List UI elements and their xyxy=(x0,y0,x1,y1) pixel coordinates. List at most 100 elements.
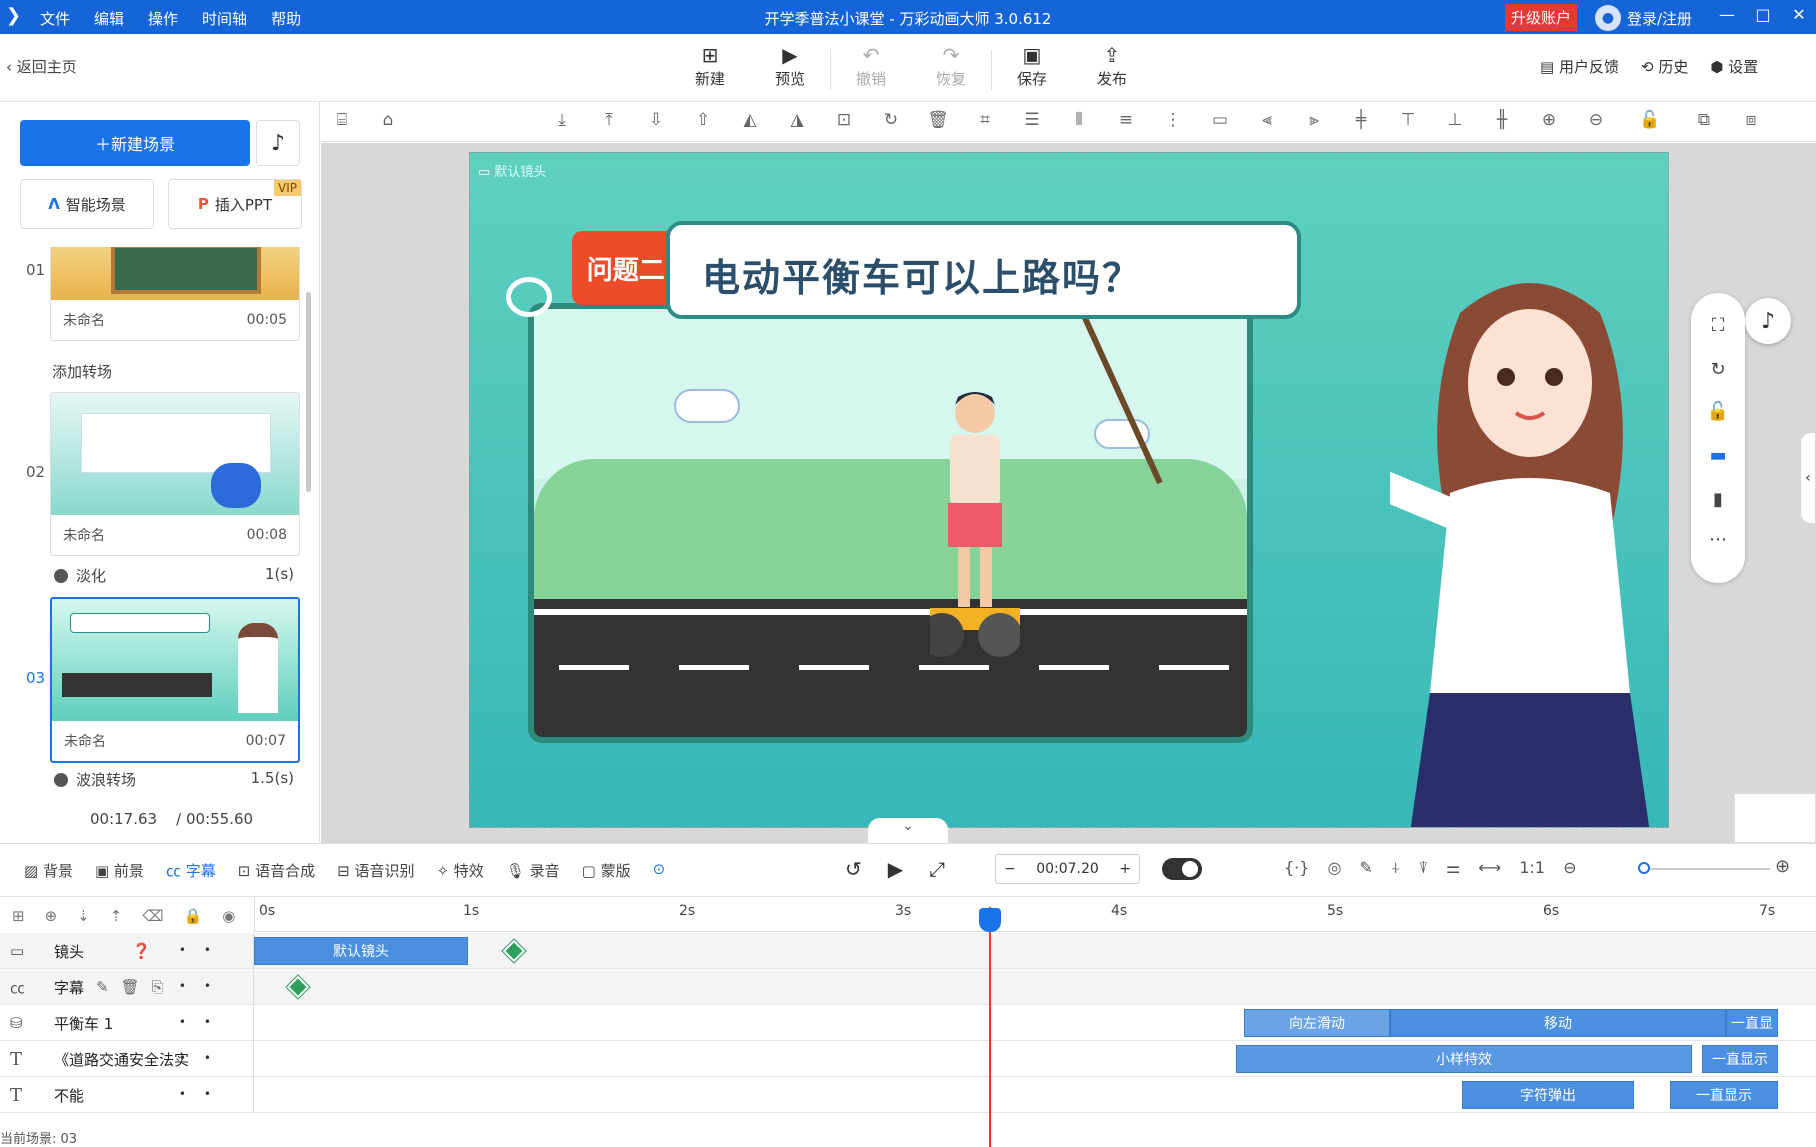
move-up-icon[interactable]: ⇧ xyxy=(691,110,715,130)
bracket-icon[interactable]: {·} xyxy=(1284,858,1309,878)
undo-button[interactable]: ↶ 撤销 xyxy=(831,42,911,90)
tab-effects[interactable]: ✧ 特效 xyxy=(436,860,483,881)
rotate-icon[interactable]: ↻ xyxy=(1706,359,1730,380)
track-row[interactable]: ▭ 镜头 ❓ •• 默认镜头 xyxy=(0,933,1816,969)
speech-bubble[interactable]: 电动平衡车可以上路吗？ xyxy=(666,221,1301,319)
phone-icon[interactable]: ▮ xyxy=(1706,489,1730,510)
redo-button[interactable]: ↷ 恢复 xyxy=(911,42,991,90)
decrement-button[interactable]: − xyxy=(1004,861,1016,877)
tab-mask[interactable]: ▢ 蒙版 xyxy=(582,860,631,881)
back-home-link[interactable]: ‹ 返回主页 xyxy=(6,56,77,77)
play-button[interactable]: ▶ xyxy=(888,857,903,881)
menu-timeline[interactable]: 时间轴 xyxy=(202,8,247,29)
expand-icon[interactable]: ⤢ xyxy=(929,857,945,881)
increment-button[interactable]: + xyxy=(1119,861,1131,877)
settings-button[interactable]: ⬢ 设置 xyxy=(1710,56,1758,77)
align-vcenter-icon[interactable]: ╫ xyxy=(1490,110,1514,130)
tab-foreground[interactable]: ▣ 前景 xyxy=(95,860,144,881)
align-hcenter-icon[interactable]: ╪ xyxy=(1349,110,1373,130)
move-top-icon[interactable]: ⤒ xyxy=(597,110,621,130)
move-up-icon[interactable]: ⇡ xyxy=(110,907,123,925)
move-down-icon[interactable]: ⇩ xyxy=(644,110,668,130)
align-bottom-icon[interactable]: ⊥ xyxy=(1443,110,1467,130)
add-track-icon[interactable]: ⊕ xyxy=(45,907,58,925)
minimize-button[interactable]: — xyxy=(1712,5,1742,24)
track-row[interactable]: ⛁ 平衡车 1 •• 向左滑动 移动 一直显 xyxy=(0,1005,1816,1041)
unlock-icon[interactable]: 🔓 xyxy=(1638,110,1662,130)
fullscreen-icon[interactable]: ⛶ xyxy=(1706,315,1730,336)
tab-record[interactable]: 🎙 录音 xyxy=(506,860,560,881)
timeline-clip[interactable]: 一直显示 xyxy=(1702,1045,1778,1073)
crop-icon[interactable]: ⌗ xyxy=(973,110,997,130)
time-value[interactable]: 00:07.20 xyxy=(1036,861,1099,877)
timeline-clip[interactable]: 小样特效 xyxy=(1236,1045,1692,1073)
save-button[interactable]: ▣ 保存 xyxy=(992,42,1072,90)
close-button[interactable]: ✕ xyxy=(1784,5,1814,24)
smart-scene-button[interactable]: Λ 智能场景 xyxy=(20,179,154,229)
fit-width-icon[interactable]: ⟷ xyxy=(1478,858,1501,878)
track-row[interactable]: ㏄字幕 ✎ 🗑 ⎘ •• xyxy=(0,969,1816,1005)
maximize-button[interactable]: □ xyxy=(1748,5,1778,24)
timeline-clip[interactable]: 默认镜头 xyxy=(254,937,468,965)
collapse-toggle[interactable]: ⌄ xyxy=(868,818,948,844)
split-icon[interactable]: ⍭ xyxy=(1391,858,1401,878)
align-right-icon[interactable]: ⫸ xyxy=(1302,110,1326,130)
zoom-in-icon[interactable]: ⊕ xyxy=(1775,856,1790,877)
music-button[interactable]: ♪ xyxy=(256,120,300,166)
tab-tts[interactable]: ⊡ 语音合成 xyxy=(238,860,315,881)
mode-toggle[interactable] xyxy=(1162,858,1202,880)
distribute-h-icon[interactable]: ⦀ xyxy=(1067,110,1091,130)
align-top-icon[interactable]: ⊤ xyxy=(1396,110,1420,130)
timeline-clip[interactable]: 一直显示 xyxy=(1670,1081,1778,1109)
tab-background[interactable]: ▨ 背景 xyxy=(24,860,73,881)
lock-icon[interactable]: 🔒 xyxy=(184,907,203,925)
replay-icon[interactable]: ↺ xyxy=(845,857,862,881)
zoom-out-icon[interactable]: ⊖ xyxy=(1563,858,1576,878)
publish-button[interactable]: ⇪ 发布 xyxy=(1072,42,1152,90)
preview-button[interactable]: ▶ 预览 xyxy=(750,42,830,90)
time-ruler[interactable]: 0s 1s 2s 3s 4s 5s 6s 7s xyxy=(254,897,1816,932)
align-left-icon[interactable]: ⫷ xyxy=(1255,110,1279,130)
lock-icon[interactable]: ⊡ xyxy=(832,110,856,130)
more-tabs-button[interactable]: ⊙ xyxy=(653,860,666,881)
add-folder-icon[interactable]: ⊞ xyxy=(12,907,25,925)
flip-horizontal-icon[interactable]: ◭ xyxy=(738,110,762,130)
scene-card-selected[interactable]: 未命名 00:07 xyxy=(50,597,300,763)
new-scene-button[interactable]: ＋ 新建场景 xyxy=(20,120,250,166)
track-row[interactable]: T 不能 •• 字符弹出 一直显示 xyxy=(0,1077,1816,1113)
help-icon[interactable]: ❓ xyxy=(132,942,151,960)
tab-subtitle[interactable]: ㏄ 字幕 xyxy=(166,860,216,881)
keyframe-add-icon[interactable] xyxy=(501,938,527,964)
menu-file[interactable]: 文件 xyxy=(40,8,70,29)
playhead-handle[interactable] xyxy=(979,908,1001,932)
filter-icon[interactable]: ⍒ xyxy=(1418,858,1428,878)
timeline-clip[interactable]: 字符弹出 xyxy=(1462,1081,1634,1109)
boy-on-hoverboard[interactable] xyxy=(930,383,1020,663)
delete-icon[interactable]: 🗑 xyxy=(121,978,140,996)
copy-icon[interactable]: ⧉ xyxy=(1692,110,1716,130)
scene-card[interactable]: 未命名 00:05 xyxy=(50,247,300,341)
unlock-icon[interactable]: 🔓 xyxy=(1706,401,1730,422)
home-icon[interactable]: ⌂ xyxy=(376,110,400,130)
edit-icon[interactable]: ✎ xyxy=(1359,858,1372,878)
sidebar-scrollbar[interactable] xyxy=(306,292,311,492)
flip-vertical-icon[interactable]: ◮ xyxy=(785,110,809,130)
new-button[interactable]: ⊞ 新建 xyxy=(670,42,750,90)
paste-icon[interactable]: ⧈ xyxy=(1739,110,1763,130)
delete-icon[interactable]: 🗑 xyxy=(926,110,950,130)
insert-ppt-button[interactable]: P 插入PPT VIP xyxy=(168,179,302,229)
menu-edit[interactable]: 编辑 xyxy=(94,8,124,29)
side-collapse-handle[interactable]: ‹ xyxy=(1801,433,1815,523)
transition-item[interactable]: 波浪转场 1.5(s) xyxy=(54,769,294,787)
feedback-button[interactable]: ▤ 用户反馈 xyxy=(1540,56,1619,77)
monitor-icon[interactable]: ▬ xyxy=(1706,445,1730,466)
scene-card[interactable]: 未命名 00:08 xyxy=(50,392,300,556)
rotate-icon[interactable]: ↻ xyxy=(879,110,903,130)
format-painter-icon[interactable]: ⌸ xyxy=(330,110,354,130)
zoom-in-icon[interactable]: ⊕ xyxy=(1537,110,1561,130)
more-icon[interactable]: ⋯ xyxy=(1706,529,1730,550)
move-bottom-icon[interactable]: ⤓ xyxy=(550,110,574,130)
teacher-character[interactable] xyxy=(1390,273,1669,828)
timeline-clip[interactable]: 移动 xyxy=(1390,1009,1726,1037)
transition-item[interactable]: 淡化 1(s) xyxy=(54,565,294,586)
